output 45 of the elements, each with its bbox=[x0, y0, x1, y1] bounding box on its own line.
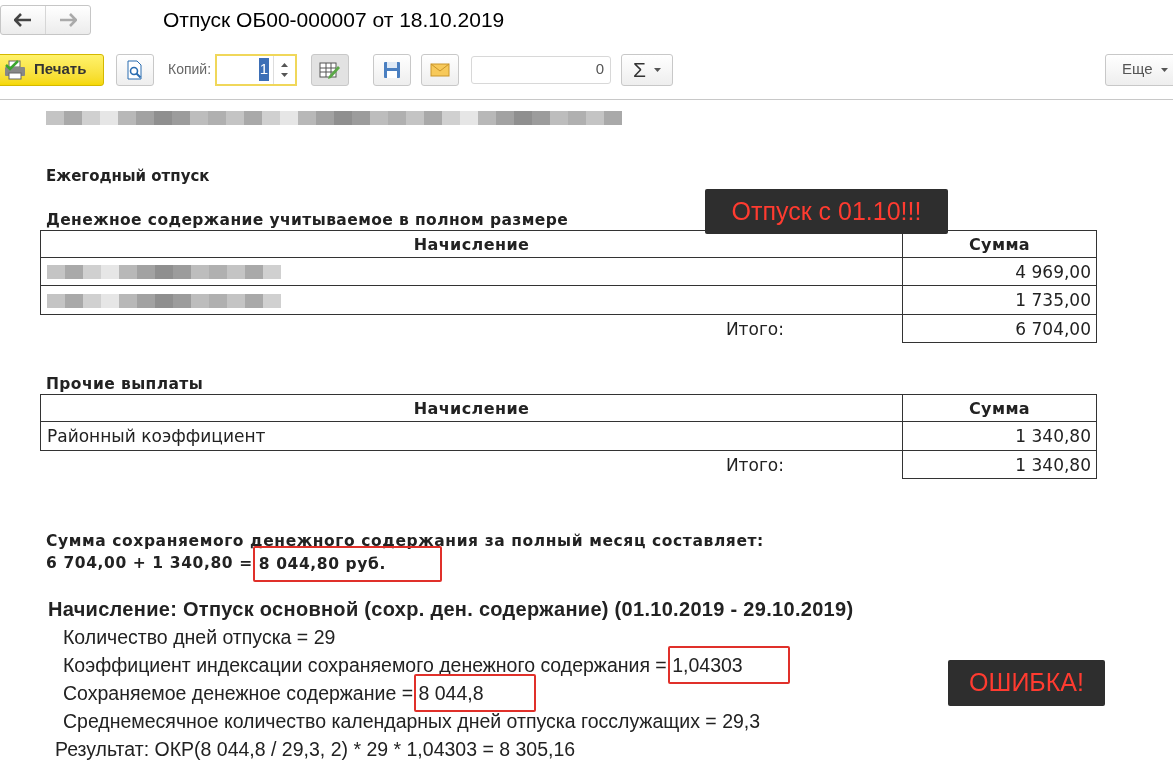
calculation-heading: Начисление: Отпуск основной (сохр. ден. содержание) (01.10.2019 - 29.10.2019) bbox=[48, 597, 855, 622]
calculation-value: 8 044,8 bbox=[414, 674, 537, 712]
table-cell: 4 969,00 bbox=[902, 257, 1097, 286]
sum-button[interactable]: Σ bbox=[621, 53, 674, 86]
save-button[interactable] bbox=[373, 53, 412, 86]
document-heading: Ежегодный отпуск bbox=[46, 166, 210, 187]
result-text: Результат: ОКР(8 044,8 / 29,3, 2) * 29 * 1,04303 = 8 305,16 bbox=[54, 737, 577, 762]
more-button[interactable]: Еще bbox=[1105, 53, 1173, 86]
calculation-label: Среднемесячное количество календарных дней отпуска госслужащих = bbox=[63, 709, 718, 734]
caret-icon bbox=[1160, 67, 1168, 72]
callout-label: ОШИБКА! bbox=[948, 660, 1105, 706]
print-button[interactable]: Печать bbox=[0, 53, 104, 86]
callout-label: Отпуск с 01.10!!! bbox=[705, 189, 948, 234]
summary-formula: 6 704,00 + 1 340,80 = bbox=[46, 553, 253, 574]
table-cell: 1 735,00 bbox=[902, 285, 1097, 314]
window-title: Отпуск ОБ00-000007 от 18.10.2019 bbox=[163, 7, 505, 34]
back-arrow-icon bbox=[14, 13, 32, 27]
table-edit-icon bbox=[319, 60, 342, 79]
column-header: Сумма bbox=[902, 394, 1097, 422]
forward-arrow-icon bbox=[59, 13, 77, 27]
envelope-icon bbox=[430, 62, 451, 77]
copies-field[interactable]: 1 bbox=[215, 53, 298, 86]
total-value: 6 704,00 bbox=[902, 314, 1097, 343]
preview-button[interactable] bbox=[116, 53, 154, 86]
calculation-value: 29 bbox=[313, 625, 336, 650]
calculation-label: Сохраняемое денежное содержание = bbox=[63, 681, 415, 706]
counter-field: 0 bbox=[471, 55, 612, 84]
calculation-value: 29,3 bbox=[722, 709, 761, 734]
calculation-label: Количество дней отпуска = bbox=[63, 625, 310, 650]
copies-label: Копий: bbox=[168, 60, 212, 79]
edit-table-button[interactable] bbox=[311, 53, 350, 86]
total-label: Итого: bbox=[40, 450, 903, 479]
section-heading: Прочие выплаты bbox=[46, 374, 204, 394]
section-heading: Денежное содержание учитываемое в полном размере bbox=[46, 209, 569, 230]
calculation-value: 1,04303 bbox=[668, 646, 791, 684]
column-header: Начисление bbox=[40, 394, 903, 422]
floppy-icon bbox=[383, 60, 402, 79]
preview-icon bbox=[126, 59, 144, 80]
table-cell: 1 340,80 bbox=[902, 421, 1097, 450]
total-label: Итого: bbox=[40, 314, 903, 343]
table-cell: Районный коэффициент bbox=[40, 421, 903, 450]
total-value: 1 340,80 bbox=[902, 450, 1097, 479]
caret-icon bbox=[654, 67, 662, 72]
printer-icon bbox=[4, 59, 26, 80]
copies-value: 1 bbox=[258, 58, 270, 81]
